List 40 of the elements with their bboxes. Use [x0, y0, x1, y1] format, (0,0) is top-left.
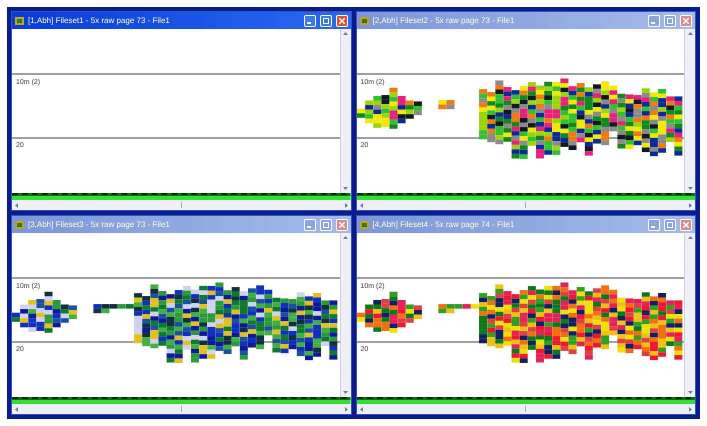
maximize-button[interactable] — [664, 218, 676, 230]
maximize-icon — [322, 18, 328, 24]
horizontal-scrollbar[interactable] — [356, 404, 695, 414]
close-button[interactable] — [336, 218, 348, 230]
app-icon — [360, 16, 368, 24]
maximize-button[interactable] — [664, 14, 676, 26]
window-title: [4,Abh] Fileset4 - 5x raw page 74 - File1 — [372, 218, 516, 230]
vertical-scrollbar[interactable] — [340, 233, 350, 397]
maximize-icon — [667, 18, 673, 24]
window-title: [1,Abh] Fileset1 - 5x raw page 73 - File1 — [28, 14, 171, 26]
minimize-button[interactable] — [648, 218, 660, 230]
title-bar[interactable]: [3,Abh] Fileset3 - 5x raw page 73 - File1 — [12, 216, 350, 233]
horizontal-scrollbar[interactable] — [356, 200, 695, 210]
maximize-button[interactable] — [320, 218, 332, 230]
horizontal-scrollbar[interactable] — [12, 404, 350, 414]
maximize-button[interactable] — [320, 14, 332, 26]
window-title: [3,Abh] Fileset3 - 5x raw page 73 - File1 — [28, 218, 171, 230]
minimize-button[interactable] — [304, 14, 316, 26]
close-icon — [338, 222, 344, 228]
title-bar[interactable]: [1,Abh] Fileset1 - 5x raw page 73 - File1 — [12, 12, 350, 29]
window-title: [2,Abh] Fileset2 - 5x raw page 73 - File1 — [372, 14, 516, 26]
title-bar[interactable]: [2,Abh] Fileset2 - 5x raw page 73 - File1 — [356, 12, 695, 29]
minimize-button[interactable] — [304, 218, 316, 230]
close-icon — [683, 222, 689, 228]
app-icon — [15, 220, 24, 228]
title-bar[interactable]: [4,Abh] Fileset4 - 5x raw page 74 - File1 — [356, 216, 695, 233]
vertical-scrollbar[interactable] — [684, 29, 695, 193]
close-button[interactable] — [680, 14, 692, 26]
close-button[interactable] — [336, 14, 348, 26]
close-icon — [683, 18, 689, 24]
close-icon — [338, 18, 344, 24]
maximize-icon — [667, 222, 673, 228]
vertical-scrollbar[interactable] — [684, 233, 695, 397]
app-icon — [15, 16, 24, 24]
maximize-icon — [322, 222, 328, 228]
vertical-scrollbar[interactable] — [340, 29, 350, 193]
app-icon — [360, 220, 368, 228]
horizontal-scrollbar[interactable] — [12, 200, 350, 210]
close-button[interactable] — [680, 218, 692, 230]
minimize-button[interactable] — [648, 14, 660, 26]
